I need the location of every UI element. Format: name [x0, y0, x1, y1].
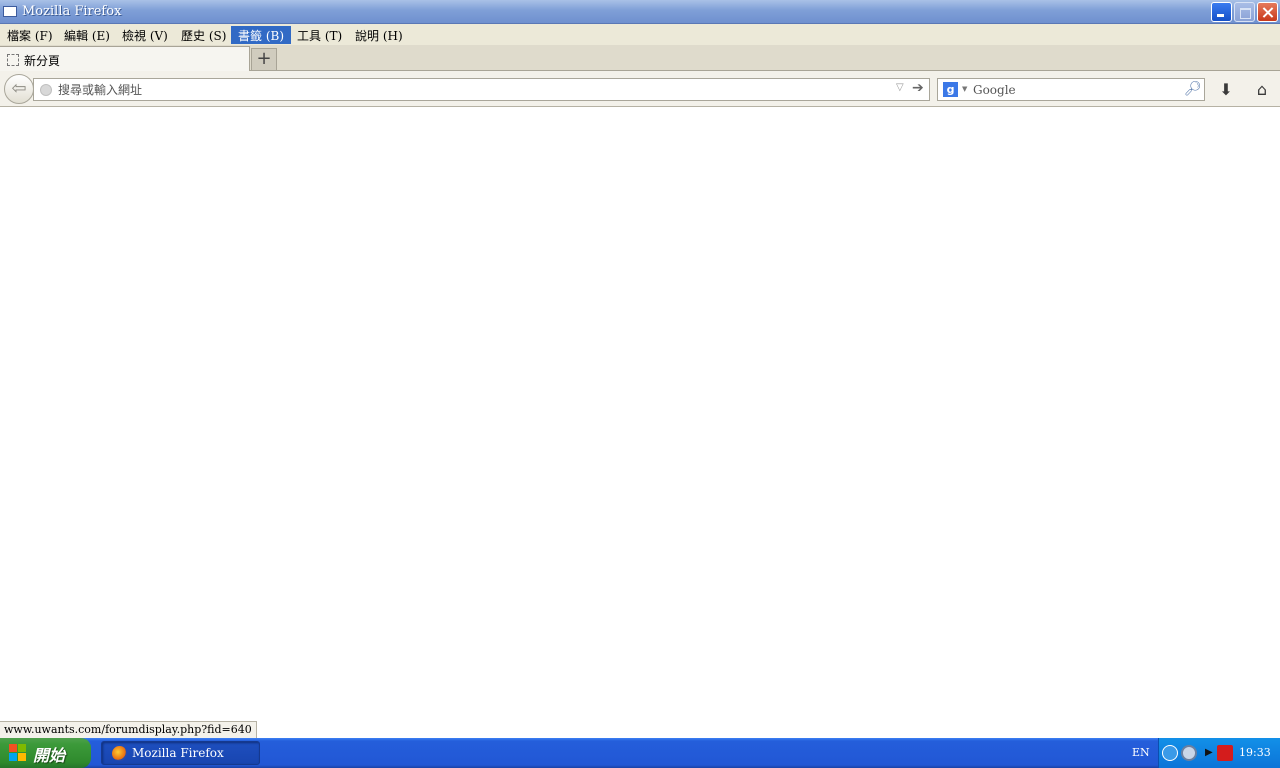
- taskbar: 開始 Mozilla Firefox EN ▶ 19:33: [0, 738, 1280, 768]
- back-button[interactable]: ⇦: [4, 74, 34, 104]
- title-bar[interactable]: Mozilla Firefox: [0, 0, 1280, 24]
- maximize-button[interactable]: [1234, 2, 1255, 22]
- address-bar[interactable]: ▽ ➔: [33, 78, 930, 101]
- menu-file[interactable]: 檔案 (F): [0, 26, 60, 44]
- taskbar-item-label: Mozilla Firefox: [132, 746, 224, 760]
- taskbar-item-firefox[interactable]: Mozilla Firefox: [101, 741, 260, 765]
- menu-history[interactable]: 歷史 (S): [174, 26, 233, 44]
- go-arrow-icon[interactable]: ➔: [912, 80, 924, 96]
- tab-new-page[interactable]: 新分頁: [0, 46, 250, 71]
- engine-dropdown-icon[interactable]: ▼: [962, 85, 967, 93]
- globe-icon: [40, 84, 52, 96]
- show-hidden-icons-arrow[interactable]: ▶: [1205, 745, 1213, 761]
- page-content[interactable]: [0, 108, 1280, 738]
- magnifier-icon[interactable]: 🔎︎: [1184, 81, 1202, 97]
- menu-view[interactable]: 檢視 (V): [115, 26, 175, 44]
- language-indicator[interactable]: EN: [1132, 746, 1150, 759]
- menu-bar: 檔案 (F) 編輯 (E) 檢視 (V) 歷史 (S) 書籤 (B) 工具 (T…: [0, 24, 1280, 45]
- navigation-toolbar: ▽ ➔ ⇦ g ▼ 🔎︎ ⬇ ⌂: [0, 71, 1280, 107]
- address-input[interactable]: [58, 81, 888, 98]
- search-bar[interactable]: g ▼ 🔎︎: [937, 78, 1205, 101]
- home-icon[interactable]: ⌂: [1251, 79, 1273, 101]
- security-shield-icon[interactable]: [1217, 745, 1233, 761]
- network-icon[interactable]: [1162, 745, 1178, 761]
- close-button[interactable]: [1257, 2, 1278, 22]
- menu-tools[interactable]: 工具 (T): [290, 26, 349, 44]
- menu-help[interactable]: 說明 (H): [348, 26, 410, 44]
- menu-bookmarks[interactable]: 書籤 (B): [231, 26, 291, 44]
- tab-strip: 新分頁 +: [0, 45, 1280, 71]
- windows-flag-icon: [9, 744, 27, 762]
- speaker-icon[interactable]: [1181, 745, 1197, 761]
- history-dropdown-icon[interactable]: ▽: [896, 82, 904, 93]
- new-tab-button[interactable]: +: [251, 48, 277, 70]
- search-input[interactable]: [973, 81, 1178, 98]
- back-arrow-icon: ⇦: [11, 78, 27, 99]
- status-link-preview: www.uwants.com/forumdisplay.php?fid=640: [0, 721, 257, 738]
- start-label: 開始: [33, 746, 66, 765]
- window-title: Mozilla Firefox: [22, 4, 122, 19]
- tab-label: 新分頁: [24, 54, 61, 68]
- menu-edit[interactable]: 編輯 (E): [57, 26, 117, 44]
- start-button[interactable]: 開始: [0, 738, 91, 768]
- blank-page-icon: [7, 54, 19, 66]
- clock[interactable]: 19:33: [1239, 746, 1271, 759]
- download-icon[interactable]: ⬇: [1215, 79, 1237, 101]
- google-engine-icon[interactable]: g: [943, 82, 958, 97]
- minimize-button[interactable]: [1211, 2, 1232, 22]
- window-app-icon: [3, 6, 17, 17]
- firefox-icon: [112, 746, 127, 761]
